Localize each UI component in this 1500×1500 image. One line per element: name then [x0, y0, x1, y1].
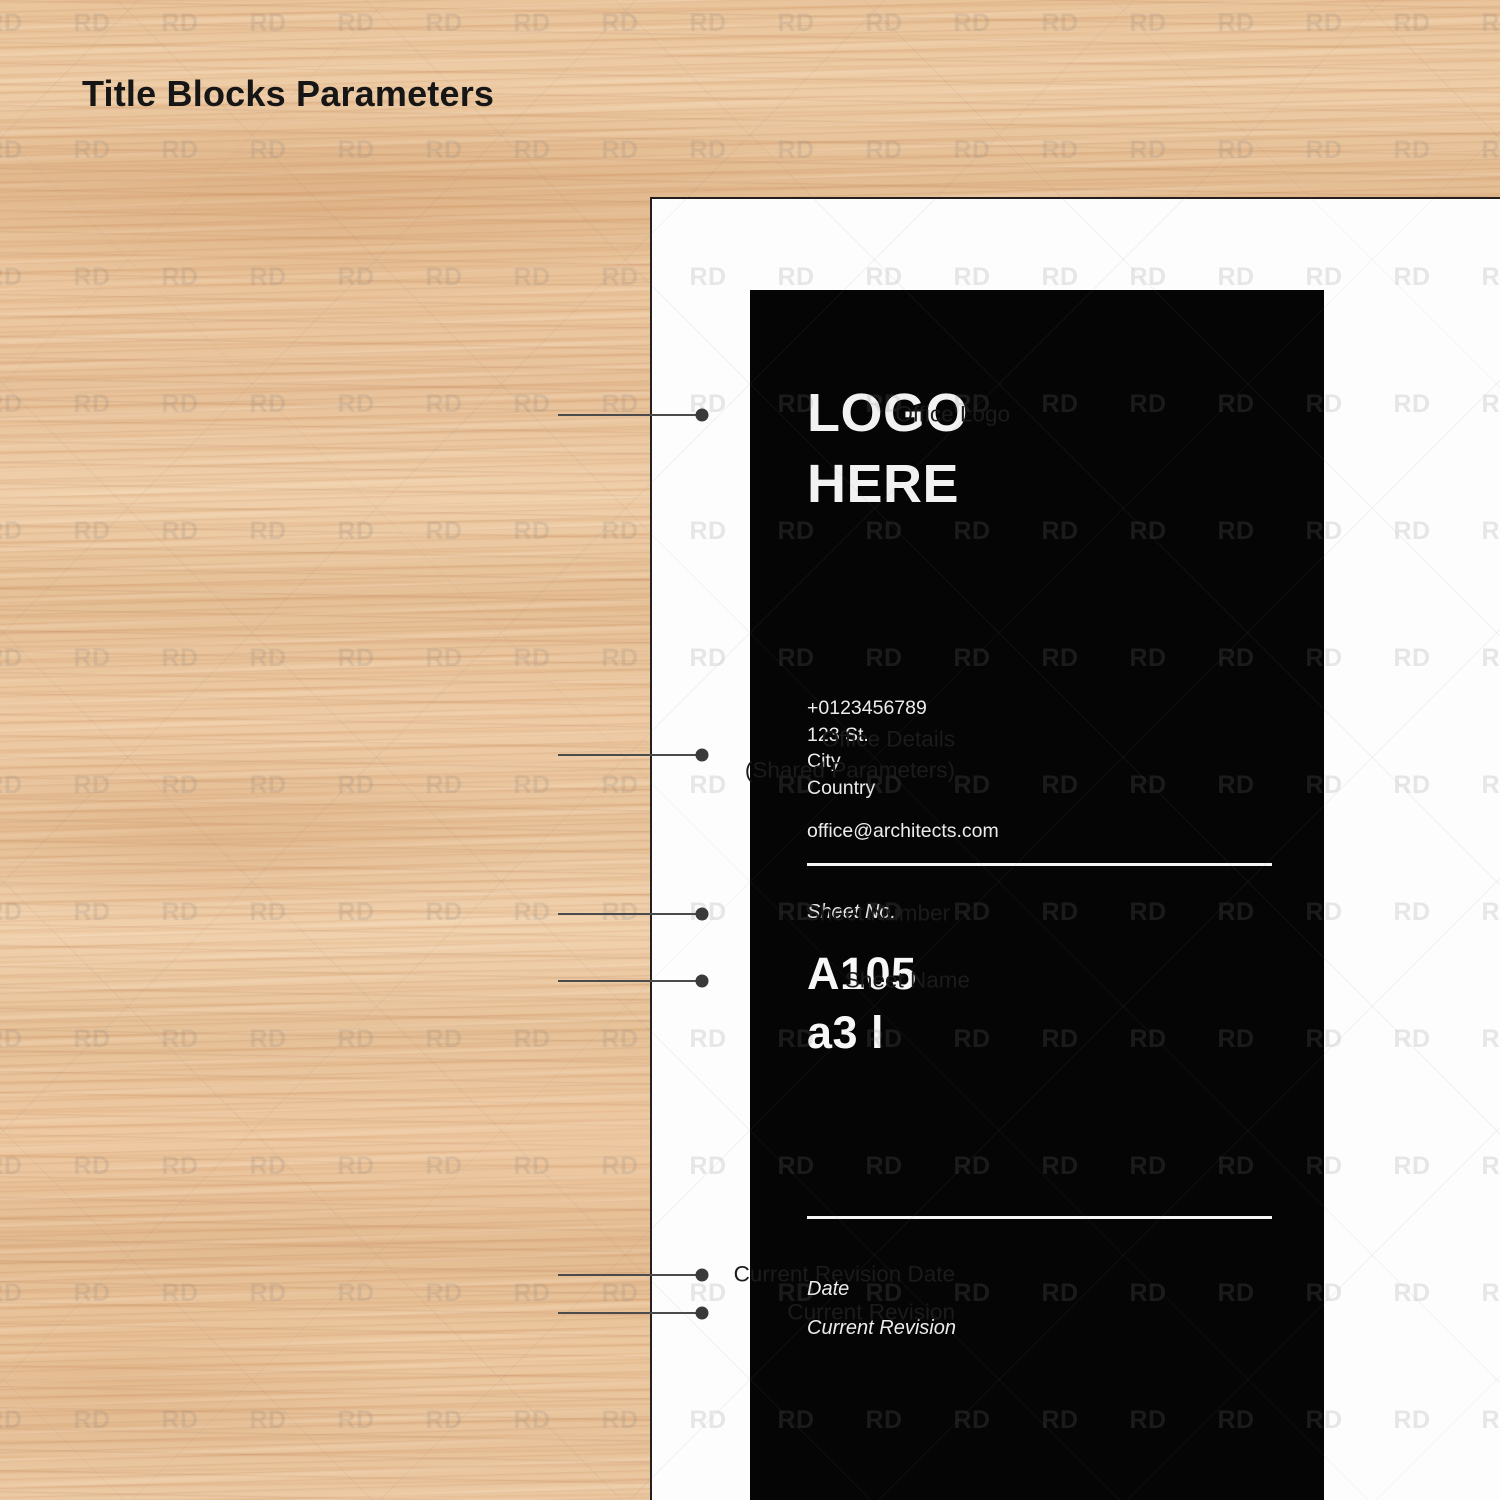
annotation-leader-current-revision	[558, 1312, 700, 1314]
annotation-dot-office-details	[695, 748, 709, 762]
annotation-leader-office-details	[558, 754, 700, 756]
annotation-label-sheet-number: Sheet Number	[804, 900, 950, 926]
annotation-dot-current-revision	[695, 1306, 709, 1320]
annotation-leader-office-logo	[558, 414, 700, 416]
annotation-dot-office-logo	[695, 408, 709, 422]
screenshot-canvas: LOGO HERE +0123456789 123 St. City Count…	[0, 0, 1500, 1500]
annotation-label-sheet-name: Sheet Name	[844, 967, 970, 993]
annotation-label-office-details: Office Details (Shared Parameters)	[744, 726, 955, 782]
annotation-label-current-revision-date: Current Revision Date	[733, 1261, 955, 1287]
annotation-leader-current-revision-date	[558, 1274, 700, 1276]
annotation-layer: Office Logo Office Details (Shared Parame…	[0, 0, 1500, 1500]
annotation-label-office-logo: Office Logo	[895, 401, 1010, 427]
annotation-dot-sheet-number	[695, 907, 709, 921]
annotation-label-current-revision: Current Revision	[787, 1299, 955, 1325]
annotation-dot-sheet-name	[695, 974, 709, 988]
annotation-dot-current-revision-date	[695, 1268, 709, 1282]
annotation-leader-sheet-number	[558, 913, 700, 915]
annotation-leader-sheet-name	[558, 980, 700, 982]
